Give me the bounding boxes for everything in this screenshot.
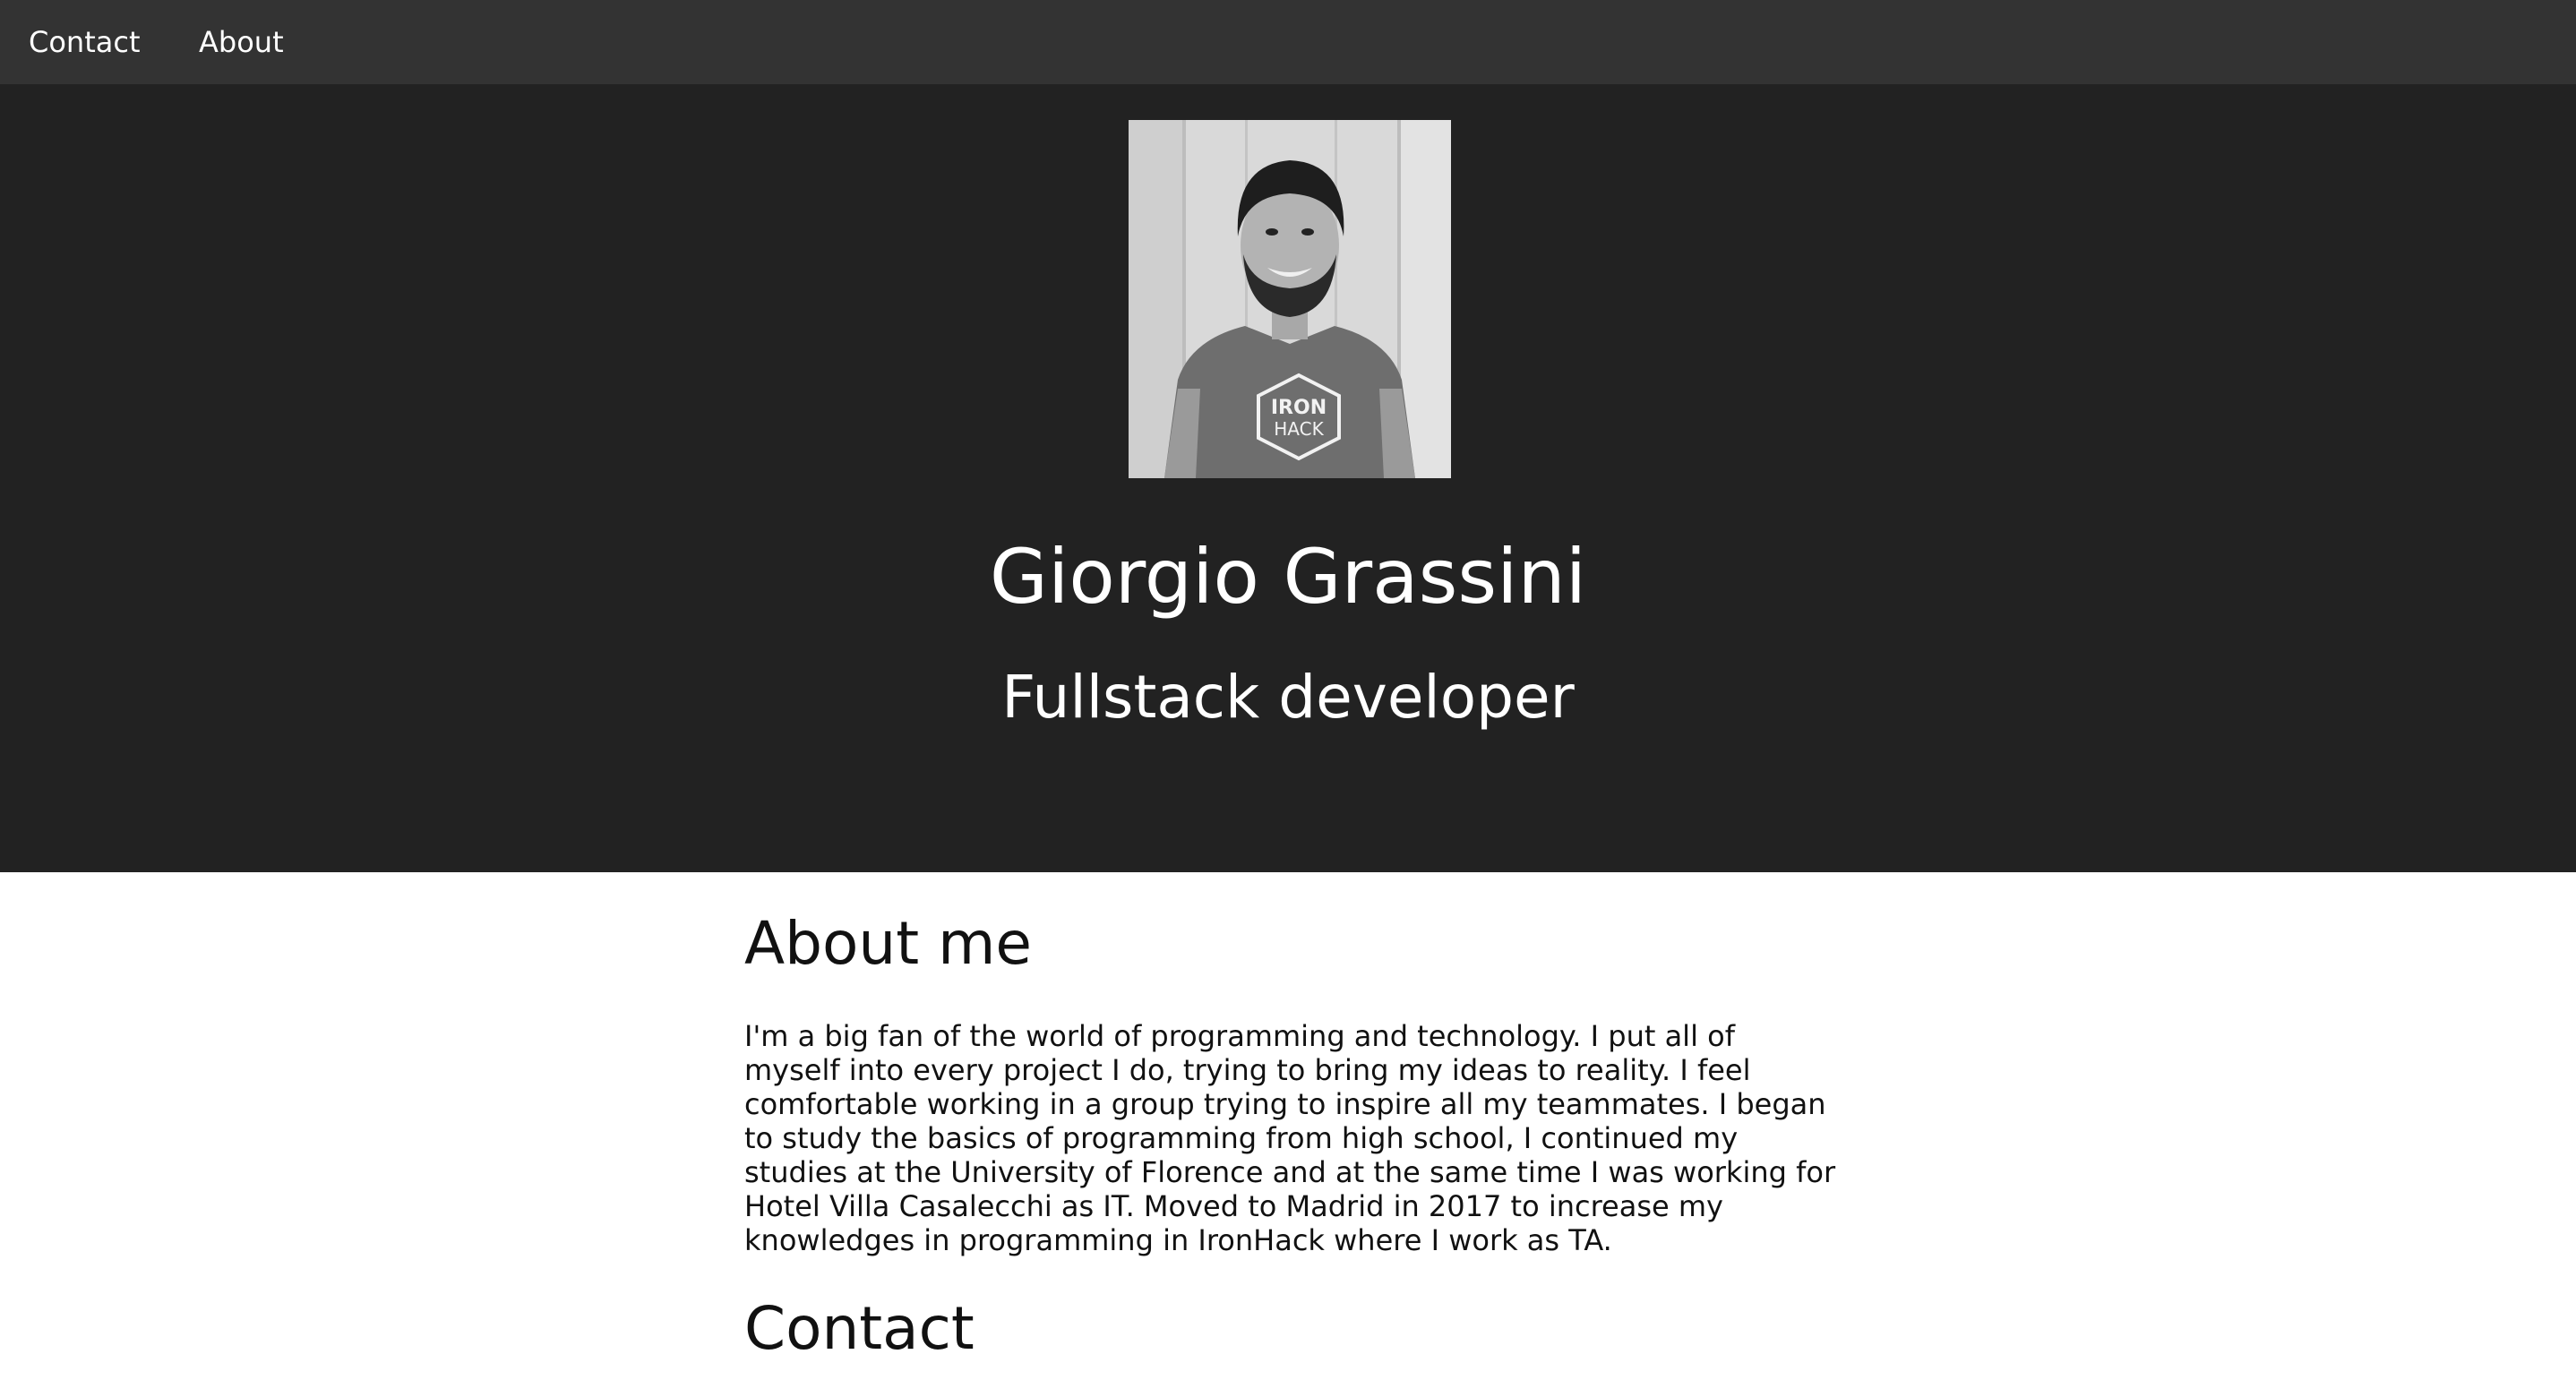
nav-about-link[interactable]: About <box>199 0 284 84</box>
top-navbar: Contact About <box>0 0 2576 84</box>
nav-contact-link[interactable]: Contact <box>29 0 141 84</box>
about-paragraph: I'm a big fan of the world of programmin… <box>744 1019 1836 1257</box>
about-heading: About me <box>744 909 1033 978</box>
profile-role: Fullstack developer <box>1001 663 1575 732</box>
svg-text:IRON: IRON <box>1271 397 1327 419</box>
svg-text:HACK: HACK <box>1274 418 1324 440</box>
profile-name: Giorgio Grassini <box>989 533 1587 621</box>
profile-photo: IRON HACK <box>1129 120 1451 478</box>
contact-heading: Contact <box>744 1294 975 1363</box>
hero-section: IRON HACK Giorgio Grassini Fullstack dev… <box>0 84 2576 872</box>
